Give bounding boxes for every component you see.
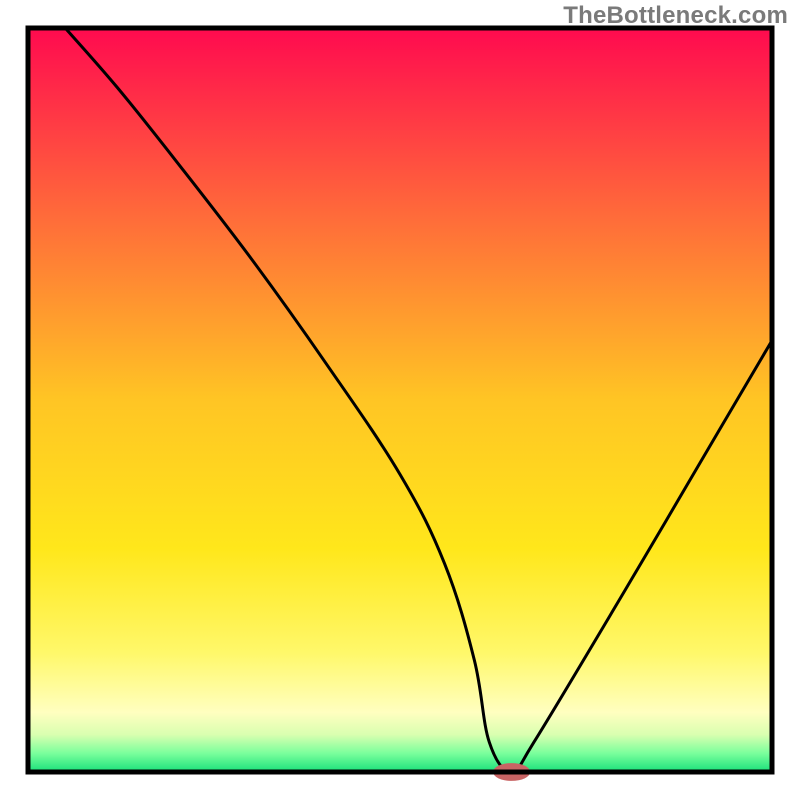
- chart-svg: [0, 0, 800, 800]
- watermark-label: TheBottleneck.com: [563, 2, 788, 30]
- bottleneck-chart: TheBottleneck.com: [0, 0, 800, 800]
- plot-background: [28, 28, 772, 772]
